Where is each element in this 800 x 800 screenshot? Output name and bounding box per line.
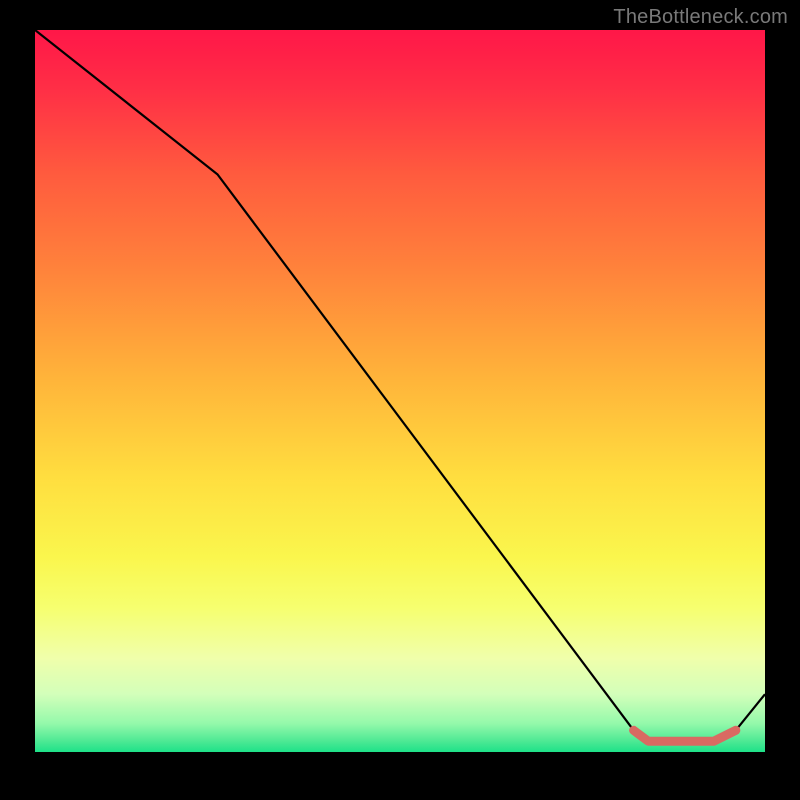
bottleneck-curve-line [35, 30, 765, 741]
highlight-segment-line [634, 730, 736, 741]
chart-container: { "watermark": "TheBottleneck.com", "cha… [0, 0, 800, 800]
plot-area [35, 30, 765, 752]
watermark-text: TheBottleneck.com [613, 6, 788, 29]
chart-svg [35, 30, 765, 752]
